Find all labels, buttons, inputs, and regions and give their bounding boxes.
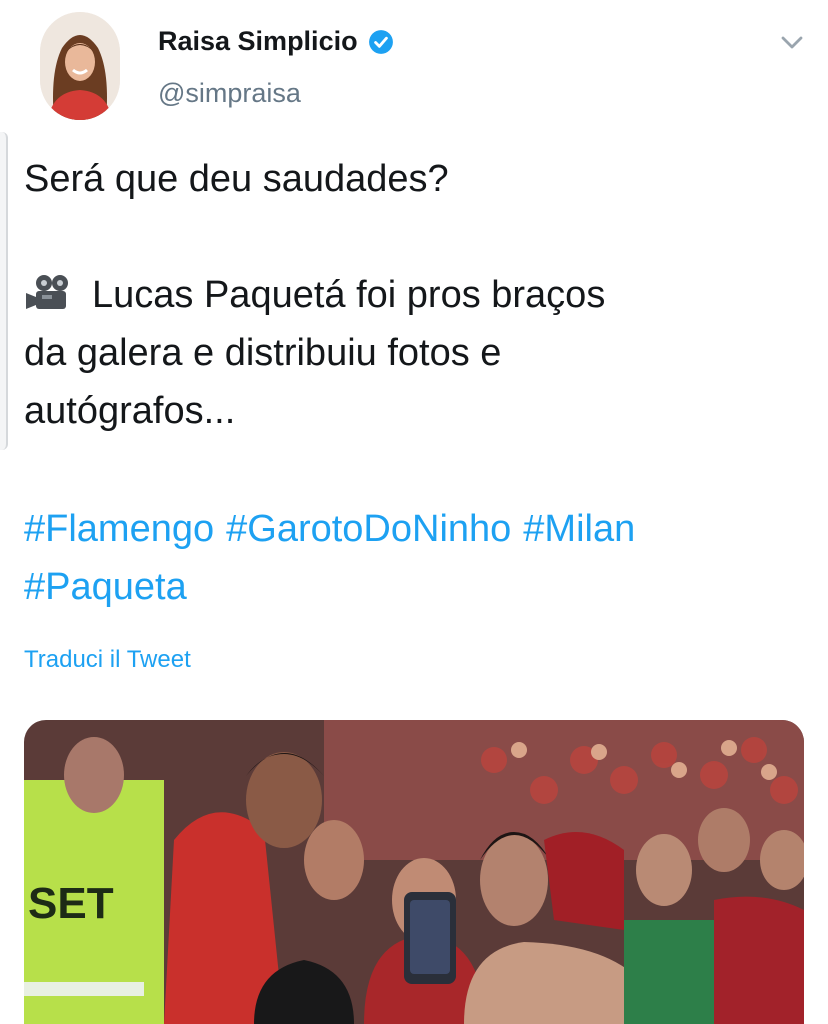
author-name[interactable]: Raisa Simplicio <box>158 26 358 57</box>
tweet-line-3: da galera e distribuiu fotos e <box>24 332 502 374</box>
hashtag-link[interactable]: #Paqueta <box>24 566 187 608</box>
avatar[interactable] <box>40 12 120 120</box>
hashtag-link[interactable]: #Milan <box>523 508 635 550</box>
vest-text: SET <box>28 879 114 928</box>
tweet-media[interactable]: SET <box>24 720 804 1024</box>
left-panel-edge <box>0 132 8 450</box>
hashtag-row-2: #Paqueta <box>24 558 647 616</box>
author-handle[interactable]: @simpraisa <box>158 78 301 109</box>
tweet-line-4: autógrafos... <box>24 390 236 432</box>
tweet-line-2-row: Lucas Paquetá foi pros braços <box>24 266 605 324</box>
movie-camera-icon <box>26 275 68 309</box>
tweet-text: Será que deu saudades? Lucas Paquetá foi… <box>24 150 605 440</box>
hashtag-row-1: #Flamengo #GarotoDoNinho #Milan <box>24 500 647 558</box>
tweet-line-2: Lucas Paquetá foi pros braços <box>92 274 606 316</box>
hashtag-link[interactable]: #GarotoDoNinho <box>226 508 511 550</box>
media-photo: SET <box>24 720 804 1024</box>
hashtag-link[interactable]: #Flamengo <box>24 508 214 550</box>
hashtag-block: #Flamengo #GarotoDoNinho #Milan #Paqueta <box>24 500 647 616</box>
author-name-row: Raisa Simplicio <box>158 26 394 57</box>
chevron-down-icon[interactable] <box>778 30 806 54</box>
tweet-line-1: Será que deu saudades? <box>24 158 449 200</box>
verified-badge-icon <box>368 29 393 54</box>
translate-tweet-link[interactable]: Traduci il Tweet <box>24 646 191 674</box>
avatar-photo <box>40 12 120 120</box>
